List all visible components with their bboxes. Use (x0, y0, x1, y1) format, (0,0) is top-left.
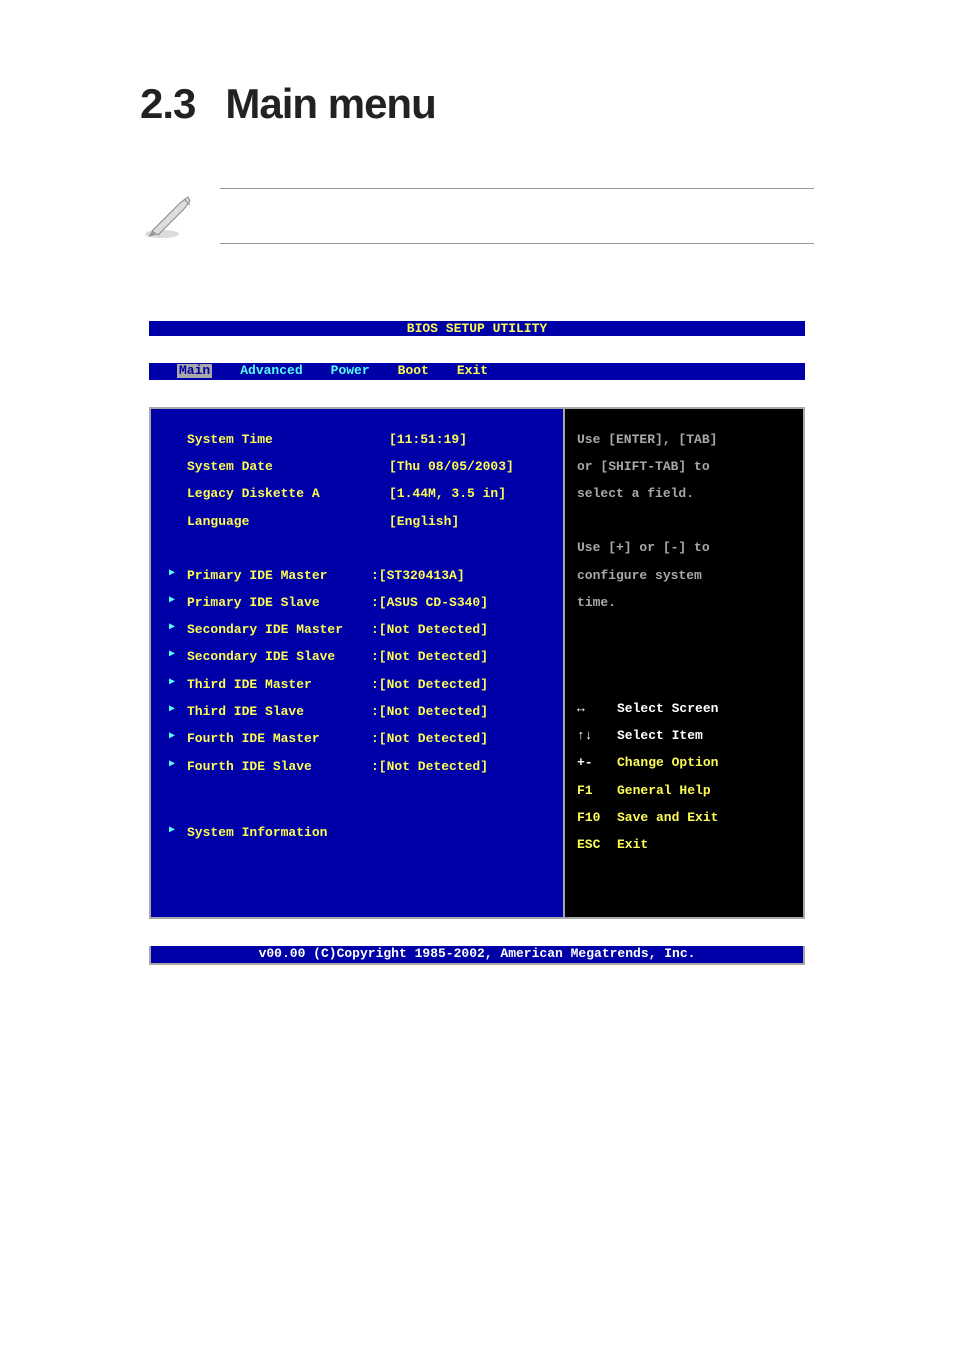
row-secondary-ide-master[interactable]: Secondary IDE Master:[Not Detected] (169, 623, 555, 637)
bios-body: System Time[11:51:19] System Date[Thu 08… (149, 407, 805, 919)
note-lines (220, 188, 814, 244)
row-fourth-ide-master[interactable]: Fourth IDE Master:[Not Detected] (169, 732, 555, 746)
row-third-ide-slave[interactable]: Third IDE Slave:[Not Detected] (169, 705, 555, 719)
pen-icon (140, 191, 200, 241)
help-line: select a field. (577, 487, 791, 501)
bios-help-pane: Use [ENTER], [TAB] or [SHIFT-TAB] to sel… (565, 407, 803, 919)
bios-screenshot: BIOS SETUP UTILITY Main Advanced Power Boot… (149, 294, 805, 979)
bios-menubar: Main Advanced Power Boot Exit (149, 363, 805, 380)
row-fourth-ide-slave[interactable]: Fourth IDE Slave:[Not Detected] (169, 760, 555, 774)
note-row (140, 188, 814, 244)
help-line: configure system (577, 569, 791, 583)
spacer (577, 515, 791, 528)
bios-left-pane: System Time[11:51:19] System Date[Thu 08… (151, 407, 565, 919)
help-line: or [SHIFT-TAB] to (577, 460, 791, 474)
tab-power[interactable]: Power (331, 364, 370, 378)
key-left-right: ↔Select Screen (577, 702, 791, 716)
row-legacy-diskette[interactable]: Legacy Diskette A[1.44M, 3.5 in] (169, 487, 555, 501)
row-system-information[interactable]: System Information (169, 826, 555, 840)
help-line: Use [ENTER], [TAB] (577, 433, 791, 447)
bios-title: BIOS SETUP UTILITY (149, 321, 805, 336)
row-primary-ide-slave[interactable]: Primary IDE Slave:[ASUS CD-S340] (169, 596, 555, 610)
section-number: 2.3 (140, 80, 195, 127)
tab-advanced[interactable]: Advanced (240, 364, 302, 378)
tab-exit[interactable]: Exit (457, 364, 488, 378)
row-system-time[interactable]: System Time[11:51:19] (169, 433, 555, 447)
spacer (169, 787, 555, 813)
section-title: Main menu (225, 80, 435, 127)
row-primary-ide-master[interactable]: Primary IDE Master:[ST320413A] (169, 569, 555, 583)
spacer (577, 623, 791, 688)
bios-footer: v00.00 (C)Copyright 1985-2002, American … (149, 946, 805, 965)
page-heading: 2.3 Main menu (140, 80, 814, 128)
key-up-down: ↑↓Select Item (577, 729, 791, 743)
key-esc: ESCExit (577, 838, 791, 852)
help-line: Use [+] or [-] to (577, 541, 791, 555)
row-language[interactable]: Language[English] (169, 515, 555, 529)
tab-boot[interactable]: Boot (398, 364, 429, 378)
key-f1: F1General Help (577, 784, 791, 798)
tab-main[interactable]: Main (177, 364, 212, 378)
key-f10: F10Save and Exit (577, 811, 791, 825)
row-system-date[interactable]: System Date[Thu 08/05/2003] (169, 460, 555, 474)
spacer (169, 542, 555, 555)
help-line: time. (577, 596, 791, 610)
key-plus-minus: +-Change Option (577, 756, 791, 770)
row-secondary-ide-slave[interactable]: Secondary IDE Slave:[Not Detected] (169, 650, 555, 664)
spacer (169, 854, 555, 880)
row-third-ide-master[interactable]: Third IDE Master:[Not Detected] (169, 678, 555, 692)
